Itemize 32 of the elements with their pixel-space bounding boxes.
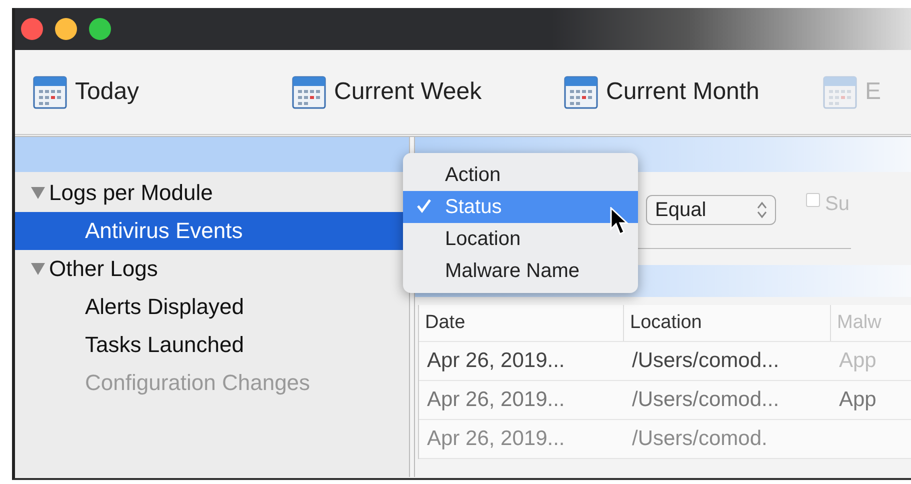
close-button[interactable]: [21, 18, 43, 40]
table-cell-text: /Users/comod...: [631, 388, 780, 412]
column-header[interactable]: Date: [419, 305, 624, 341]
calendar-icon: [292, 75, 326, 109]
column-header[interactable]: Location: [624, 305, 831, 341]
menu-item[interactable]: Malware Name: [403, 255, 638, 287]
calendar-icon: [33, 75, 67, 109]
checkbox-box[interactable]: [806, 192, 820, 206]
menu-item[interactable]: Action: [403, 159, 638, 191]
calendar-icon: [823, 75, 857, 109]
zoom-button[interactable]: [89, 18, 111, 40]
table-cell-text: Apr 26, 2019...: [426, 388, 566, 412]
toolbar-button[interactable]: Current Month: [558, 70, 817, 114]
disclosure-triangle-icon[interactable]: [31, 263, 45, 275]
tree-item[interactable]: Tasks Launched: [15, 326, 409, 364]
table-cell-text: App: [838, 349, 878, 373]
tree-group-label[interactable]: Logs per Module: [49, 180, 213, 206]
disclosure-triangle-icon[interactable]: [31, 187, 45, 199]
table-cell-text: /Users/comod.: [631, 427, 768, 451]
mouse-pointer-icon: [610, 207, 630, 237]
toolbar-button[interactable]: Current Week: [286, 70, 558, 114]
tree-group-label[interactable]: Other Logs: [49, 256, 158, 282]
table-cell-text: App: [838, 388, 878, 412]
table-cell-text: Apr 26, 2019...: [426, 427, 566, 451]
up-down-arrows-icon: [757, 201, 767, 219]
table-cell-text: Apr 26, 2019...: [426, 349, 566, 373]
table-cell-text: /Users/comod...: [631, 349, 780, 373]
calendar-icon: [564, 75, 598, 109]
minimize-button[interactable]: [55, 18, 77, 40]
operator-select[interactable]: Equal: [646, 195, 776, 225]
toolbar-button[interactable]: Today: [27, 70, 286, 114]
tree-item[interactable]: Alerts Displayed: [15, 288, 409, 326]
